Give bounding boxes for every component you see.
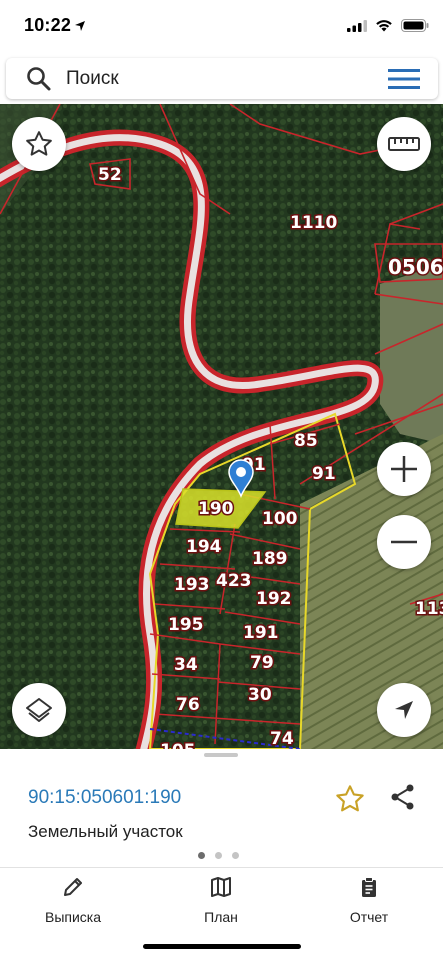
plot-label: 194	[186, 537, 222, 557]
plot-label: 113	[415, 599, 443, 619]
plot-label: 52	[98, 165, 122, 185]
share-button[interactable]	[389, 783, 417, 816]
plot-label: 30	[248, 685, 272, 705]
share-icon	[391, 784, 414, 810]
plot-label: 34	[174, 655, 198, 675]
favorite-button[interactable]	[334, 783, 366, 820]
plot-label: 79	[250, 653, 274, 673]
map-view[interactable]: 52 1110 0506 85 91 91 190 100 194 189 19…	[0, 104, 443, 749]
menu-icon[interactable]	[388, 68, 420, 95]
sheet-grabber[interactable]	[204, 753, 238, 757]
layers-icon	[26, 698, 52, 722]
search-input[interactable]: Поиск	[66, 68, 119, 90]
ruler-icon	[388, 137, 420, 151]
plot-label: 190	[198, 499, 234, 519]
map-icon	[211, 877, 231, 897]
pencil-icon	[64, 878, 82, 896]
battery-icon	[401, 19, 429, 32]
plot-label: 91	[312, 464, 336, 484]
clearing-area	[380, 264, 443, 444]
plot-label: 100	[262, 509, 298, 529]
map-canvas[interactable]: 52 1110 0506 85 91 91 190 100 194 189 19…	[0, 104, 443, 749]
plot-label: 193	[174, 575, 210, 595]
parcel-info-sheet[interactable]: 90:15:050601:190 Земельный участок	[0, 749, 443, 867]
plot-label: 74	[270, 729, 294, 749]
minus-icon	[391, 540, 417, 544]
plot-label: 192	[256, 589, 292, 609]
plot-label: 105	[160, 741, 196, 749]
plot-label: 1110	[290, 213, 337, 233]
navigation-arrow-icon	[395, 701, 413, 719]
page-indicator	[198, 852, 239, 859]
page-dot	[215, 852, 222, 859]
ruler-button[interactable]	[377, 117, 431, 171]
status-bar: 10:22	[0, 0, 443, 54]
plot-label: 76	[176, 695, 200, 715]
plot-label: 191	[243, 623, 279, 643]
tab-label: План	[204, 909, 238, 925]
tab-label: Отчет	[349, 909, 389, 925]
favorite-map-button[interactable]	[12, 117, 66, 171]
zoom-in-button[interactable]	[377, 442, 431, 496]
tab-plan[interactable]: План	[166, 876, 276, 925]
plus-icon	[391, 456, 417, 482]
my-location-button[interactable]	[377, 683, 431, 737]
search-icon[interactable]	[26, 66, 52, 97]
plot-label: 195	[168, 615, 204, 635]
search-bar[interactable]: Поиск	[6, 58, 438, 99]
home-indicator[interactable]	[143, 944, 301, 949]
parcel-type: Земельный участок	[28, 822, 183, 841]
plot-label: 423	[216, 571, 252, 591]
status-icons	[347, 19, 429, 32]
location-arrow-icon	[74, 19, 86, 37]
cadastral-number[interactable]: 90:15:050601:190	[28, 787, 181, 809]
app-screen: 10:22 Поиск 52 1110 0506 85 91 91 190 10…	[0, 0, 443, 960]
tab-report[interactable]: Отчет	[314, 876, 424, 925]
page-dot	[232, 852, 239, 859]
clipboard-icon	[362, 877, 376, 897]
plot-label: 85	[294, 431, 318, 451]
tab-extract[interactable]: Выписка	[18, 876, 128, 925]
layers-button[interactable]	[12, 683, 66, 737]
signal-icon	[347, 19, 367, 32]
tab-label: Выписка	[44, 909, 102, 925]
wifi-icon	[376, 20, 392, 32]
zoom-out-button[interactable]	[377, 515, 431, 569]
page-dot	[198, 852, 205, 859]
star-icon	[336, 785, 364, 812]
plot-label: 0506	[388, 255, 443, 279]
star-outline-icon	[26, 131, 52, 156]
plot-label: 189	[252, 549, 288, 569]
status-time: 10:22	[24, 15, 72, 35]
tab-bar: Выписка План Отчет	[0, 867, 443, 960]
